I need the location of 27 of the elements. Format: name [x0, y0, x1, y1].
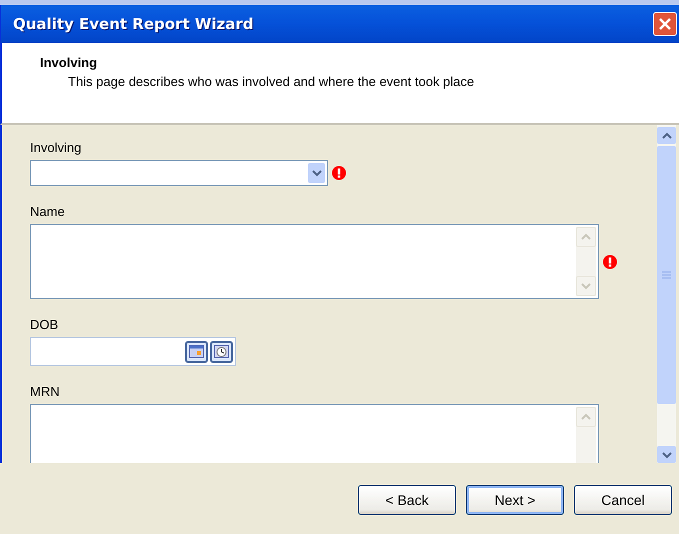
text-area[interactable] — [30, 224, 599, 299]
page-title: Involving — [40, 55, 98, 70]
calendar-button[interactable] — [185, 340, 208, 362]
caret-up-icon — [581, 413, 591, 421]
dialog-button[interactable]: Next > — [466, 485, 564, 515]
error-icon — [603, 254, 617, 268]
field-label: DOB — [30, 316, 60, 334]
field-label: Name — [30, 203, 66, 221]
caret-up-icon — [662, 132, 672, 140]
close-icon — [658, 17, 672, 31]
window-title: Quality Event Report Wizard — [13, 15, 254, 33]
field-label: Involving — [30, 139, 82, 157]
clock-button[interactable] — [210, 340, 233, 362]
caret-icon — [312, 169, 322, 177]
error-icon — [332, 166, 346, 180]
caret-down-icon — [581, 282, 591, 290]
field-label: MRN — [30, 383, 61, 401]
caret-up-icon — [581, 233, 591, 241]
grip-icon — [662, 271, 671, 279]
caret-down-icon — [662, 450, 672, 458]
scrollbar[interactable] — [657, 125, 676, 463]
dropdown-field[interactable] — [30, 160, 328, 186]
dialog-button[interactable]: Cancel — [574, 485, 672, 515]
close-button[interactable] — [653, 12, 677, 36]
date-field[interactable] — [30, 337, 236, 366]
dialog-button[interactable]: < Back — [358, 485, 456, 515]
page-description: This page describes who was involved and where the event took place — [68, 74, 476, 89]
